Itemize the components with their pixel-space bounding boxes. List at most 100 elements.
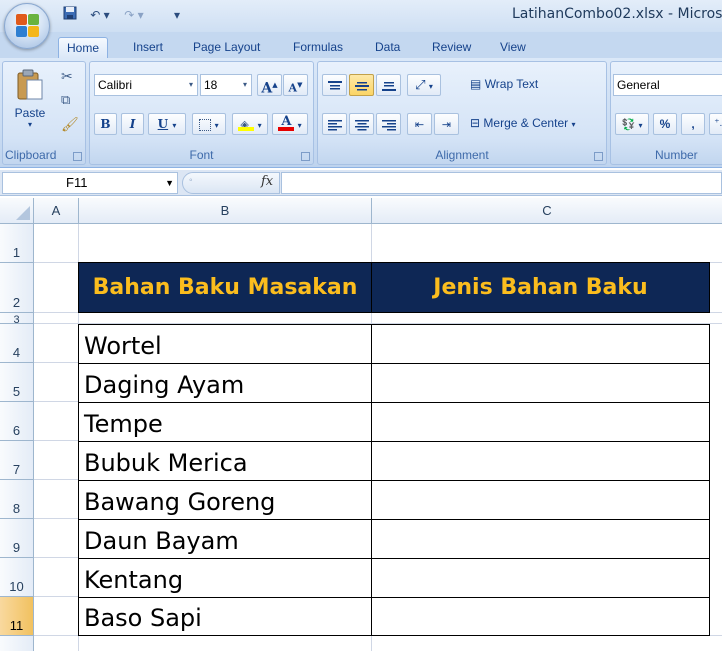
table-cell-c6[interactable] xyxy=(371,402,710,441)
customize-qat-icon[interactable]: ▾ xyxy=(172,6,182,24)
align-center-button[interactable] xyxy=(349,113,374,135)
underline-label: U xyxy=(157,117,169,131)
row-header-9[interactable]: 9 xyxy=(0,519,34,558)
column-header-b[interactable]: B xyxy=(79,198,372,224)
table-cell-b8[interactable]: Bawang Goreng xyxy=(78,480,372,519)
align-right-button[interactable] xyxy=(376,113,401,135)
table-cell-c8[interactable] xyxy=(371,480,710,519)
increase-indent-icon: ⇥ xyxy=(441,119,452,131)
table-cell-b4[interactable]: Wortel xyxy=(78,324,372,363)
tab-view[interactable]: View xyxy=(492,37,534,58)
dialog-launcher-icon[interactable] xyxy=(301,152,310,161)
accounting-format-button[interactable]: 💱 ▾ xyxy=(615,113,649,135)
align-left-button[interactable] xyxy=(322,113,347,135)
orientation-button[interactable]: ⤢ ▾ xyxy=(407,74,441,96)
tab-data[interactable]: Data xyxy=(367,37,408,58)
table-cell-c7[interactable] xyxy=(371,441,710,480)
percent-style-button[interactable]: % xyxy=(653,113,677,135)
insert-function-button[interactable]: fx xyxy=(261,174,273,189)
increase-decimal-button[interactable]: ⁺.0 xyxy=(709,113,722,135)
table-cell-b9[interactable]: Daun Bayam xyxy=(78,519,372,558)
tab-formulas[interactable]: Formulas xyxy=(285,37,351,58)
clipboard-group: Paste ▾ ✂ ⧉ 🖌 Clipboard xyxy=(2,61,86,165)
shrink-font-button[interactable]: A▼ xyxy=(283,74,308,96)
row-header-11[interactable]: 11 xyxy=(0,597,34,636)
row-header-8[interactable]: 8 xyxy=(0,480,34,519)
tab-review[interactable]: Review xyxy=(424,37,479,58)
bold-button[interactable]: B xyxy=(94,113,117,135)
dialog-launcher-icon[interactable] xyxy=(594,152,603,161)
copy-icon[interactable]: ⧉ xyxy=(61,92,70,108)
row-header-1[interactable]: 1 xyxy=(0,224,34,263)
row-header-12[interactable] xyxy=(0,636,34,651)
table-cell-b10[interactable]: Kentang xyxy=(78,558,372,597)
cut-icon[interactable]: ✂ xyxy=(61,68,73,85)
row-header-4[interactable]: 4 xyxy=(0,324,34,363)
font-size-value: 18 xyxy=(204,78,218,92)
save-icon[interactable] xyxy=(62,6,78,24)
alignment-group-label: Alignment xyxy=(435,148,489,162)
font-name-select[interactable]: Calibri ▾ xyxy=(94,74,198,96)
increase-indent-button[interactable]: ⇥ xyxy=(434,113,459,135)
borders-button[interactable]: ▾ xyxy=(192,113,226,135)
row-header-10[interactable]: 10 xyxy=(0,558,34,597)
chevron-down-icon: ▾ xyxy=(214,121,219,130)
table-cell-c10[interactable] xyxy=(371,558,710,597)
table-header-jenis-bahan[interactable]: Jenis Bahan Baku xyxy=(371,262,710,313)
format-painter-icon[interactable]: 🖌 xyxy=(61,116,79,133)
name-box[interactable]: F11 ▼ xyxy=(2,172,178,194)
font-size-select[interactable]: 18 ▾ xyxy=(200,74,252,96)
wrap-text-button[interactable]: ▤ Wrap Text xyxy=(470,77,538,91)
row-header-2[interactable]: 2 xyxy=(0,263,34,313)
grow-font-button[interactable]: A▲ xyxy=(257,74,282,97)
italic-button[interactable]: I xyxy=(121,113,144,135)
align-top-button[interactable] xyxy=(322,74,347,96)
tab-insert[interactable]: Insert xyxy=(125,37,171,58)
formula-input[interactable] xyxy=(281,172,722,194)
row-header-6[interactable]: 6 xyxy=(0,402,34,441)
wrap-text-label: Wrap Text xyxy=(484,77,539,91)
comma-style-button[interactable]: , xyxy=(681,113,705,135)
chevron-down-icon: ▾ xyxy=(297,121,302,130)
row-header-3[interactable]: 3 xyxy=(0,313,34,326)
table-cell-c4[interactable] xyxy=(371,324,710,363)
row-header-5[interactable]: 5 xyxy=(0,363,34,402)
column-header-c[interactable]: C xyxy=(372,198,722,224)
dialog-launcher-icon[interactable] xyxy=(73,152,82,161)
chevron-down-icon: ▾ xyxy=(242,80,247,89)
paste-button[interactable]: Paste ▾ xyxy=(7,66,53,130)
table-cell-c11[interactable] xyxy=(371,597,710,636)
undo-icon[interactable]: ↶ ▾ xyxy=(86,6,114,24)
merge-center-button[interactable]: ⊟ Merge & Center ▾ xyxy=(470,116,575,130)
chevron-down-icon: ▾ xyxy=(638,121,643,130)
font-color-button[interactable]: A ▾ xyxy=(272,113,308,135)
currency-icon: 💱 xyxy=(621,119,636,131)
table-cell-c9[interactable] xyxy=(371,519,710,558)
table-cell-b6[interactable]: Tempe xyxy=(78,402,372,441)
table-cell-b5[interactable]: Daging Ayam xyxy=(78,363,372,402)
row-header-7[interactable]: 7 xyxy=(0,441,34,480)
select-all-button[interactable] xyxy=(0,198,34,224)
align-middle-button[interactable] xyxy=(349,74,374,96)
underline-button[interactable]: U ▾ xyxy=(148,113,186,135)
number-format-select[interactable]: General xyxy=(613,74,722,96)
fill-color-button[interactable]: ◈ ▾ xyxy=(232,113,268,135)
column-header-a[interactable]: A xyxy=(34,198,79,224)
worksheet-grid: A B C 1 2 3 4 5 6 7 8 9 10 11 Bahan Baku… xyxy=(0,198,722,651)
table-cell-b7[interactable]: Bubuk Merica xyxy=(78,441,372,480)
increase-decimal-icon: ⁺.0 xyxy=(714,118,722,129)
table-cell-b11[interactable]: Baso Sapi xyxy=(78,597,372,636)
decrease-indent-button[interactable]: ⇤ xyxy=(407,113,432,135)
paste-icon xyxy=(17,69,43,100)
office-button[interactable] xyxy=(4,3,50,49)
table-cell-c5[interactable] xyxy=(371,363,710,402)
orientation-icon: ⤢ xyxy=(415,77,426,92)
grow-font-label: A xyxy=(261,80,273,97)
tab-page-layout[interactable]: Page Layout xyxy=(185,37,268,58)
redo-icon[interactable]: ↷ ▾ xyxy=(120,6,148,24)
align-bottom-button[interactable] xyxy=(376,74,401,96)
select-all-icon xyxy=(16,206,30,220)
fill-bucket-icon: ◈ xyxy=(238,114,255,132)
tab-home[interactable]: Home xyxy=(58,37,109,58)
table-header-bahan-baku[interactable]: Bahan Baku Masakan xyxy=(78,262,372,313)
